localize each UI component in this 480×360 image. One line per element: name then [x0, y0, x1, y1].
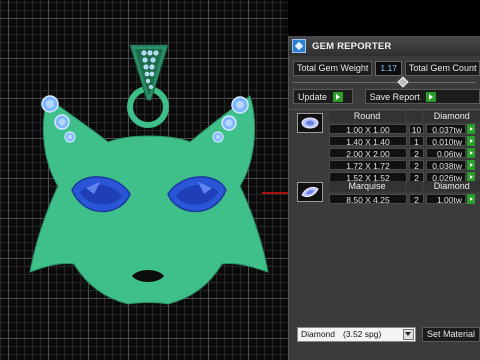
save-report-button[interactable]: Save Report [364, 89, 480, 104]
select-row-icon[interactable] [467, 194, 475, 204]
gem-size: 1.40 X 1.40 [329, 136, 407, 147]
panel-slider[interactable] [293, 76, 476, 88]
divider [289, 109, 480, 110]
total-weight-label: Total Gem Weight [293, 60, 373, 76]
select-row-icon[interactable] [467, 124, 475, 134]
table-row: 8.50 X 4.25 2 1.00tw [329, 194, 480, 205]
shape-header: Round [329, 111, 405, 122]
round-gem-icon[interactable] [297, 113, 323, 133]
gem-count: 2 [409, 160, 424, 171]
action-buttons: Update Save Report [293, 89, 480, 104]
table-row: 1.00 X 1.00 10 0.037tw [329, 124, 480, 135]
gem-weight: 0.010tw [426, 136, 466, 147]
table-header: Marquise Diamond [329, 181, 480, 192]
gem-size: 2.00 X 2.00 [329, 148, 407, 159]
material-select-name: Diamond [301, 329, 336, 339]
gem-count: 10 [409, 124, 424, 135]
total-count-label: Total Gem Count [404, 60, 480, 76]
update-go-icon[interactable] [333, 91, 344, 102]
table-row: 1.72 X 1.72 2 0.038tw [329, 160, 480, 171]
save-report-go-icon[interactable] [425, 91, 436, 102]
cat-pendant-model [29, 44, 288, 305]
update-button[interactable]: Update [293, 89, 353, 104]
shape-header: Marquise [329, 181, 405, 192]
material-row: Diamond (3.52 spg) Set Material [297, 326, 480, 342]
gem-size: 1.00 X 1.00 [329, 124, 407, 135]
design-viewport[interactable] [0, 0, 288, 360]
material-header: Diamond [423, 111, 480, 122]
table-row: 2.00 X 2.00 2 0.06tw [329, 148, 480, 159]
panel-title: GEM REPORTER [312, 40, 392, 52]
select-row-icon[interactable] [467, 160, 475, 170]
gem-reporter-logo-icon [292, 39, 306, 53]
marquise-gem-icon[interactable] [297, 182, 323, 202]
material-select[interactable]: Diamond (3.52 spg) [297, 326, 416, 342]
gem-size: 1.72 X 1.72 [329, 160, 407, 171]
round-gem-table: Round Diamond 1.00 X 1.00 10 0.037tw 1.4… [329, 111, 480, 184]
totals-row: Total Gem Weight 1.17 Total Gem Count [293, 60, 480, 76]
gem-weight: 0.037tw [426, 124, 466, 135]
set-material-button[interactable]: Set Material [421, 326, 480, 342]
chevron-down-icon[interactable] [402, 328, 414, 340]
gem-count: 1 [409, 136, 424, 147]
table-row: 1.40 X 1.40 1 0.010tw [329, 136, 480, 147]
gem-weight: 1.00tw [426, 194, 466, 205]
gem-size: 8.50 X 4.25 [329, 194, 407, 205]
marquise-gem-table: Marquise Diamond 8.50 X 4.25 2 1.00tw [329, 181, 480, 206]
material-header: Diamond [423, 181, 480, 192]
material-select-spg: (3.52 spg) [343, 329, 382, 339]
select-row-icon[interactable] [467, 148, 475, 158]
gem-weight: 0.038tw [426, 160, 466, 171]
table-header: Round Diamond [329, 111, 480, 122]
gem-reporter-panel: GEM REPORTER Total Gem Weight 1.17 Total… [288, 36, 480, 360]
gem-count: 2 [409, 148, 424, 159]
slider-track [293, 82, 476, 83]
total-weight-value: 1.17 [375, 60, 402, 76]
select-row-icon[interactable] [467, 136, 475, 146]
gem-weight: 0.06tw [426, 148, 466, 159]
save-report-label: Save Report [369, 91, 420, 102]
update-label: Update [298, 91, 328, 102]
slider-knob[interactable] [397, 76, 409, 88]
gem-count: 2 [409, 194, 424, 205]
panel-titlebar[interactable]: GEM REPORTER [289, 36, 480, 56]
